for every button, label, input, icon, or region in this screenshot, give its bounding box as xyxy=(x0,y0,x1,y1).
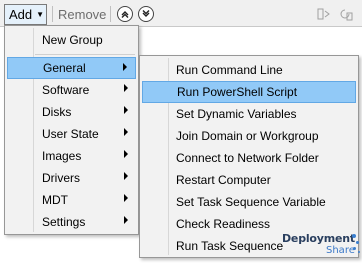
submenu-arrow-icon xyxy=(124,150,128,158)
submenu-arrow-icon xyxy=(124,216,128,224)
submenu-arrow-icon xyxy=(124,172,128,180)
submenu-item-label: Run PowerShell Script xyxy=(177,85,298,99)
submenu-item-label: Check Readiness xyxy=(176,217,271,231)
submenu-item-label: Run Task Sequence xyxy=(176,239,284,253)
logo-text-line2: Share xyxy=(326,245,355,256)
menu-item-new-group[interactable]: New Group xyxy=(7,29,136,51)
menu-item-general[interactable]: General xyxy=(7,57,136,79)
submenu-arrow-icon xyxy=(124,194,128,202)
submenu-item-restart-computer[interactable]: Restart Computer xyxy=(142,169,356,191)
menu-item-disks[interactable]: Disks xyxy=(7,101,136,123)
menu-item-software[interactable]: Software xyxy=(7,79,136,101)
menu-item-label: Settings xyxy=(42,215,86,229)
move-down-icon[interactable] xyxy=(138,6,154,22)
menu-item-label: User State xyxy=(42,127,99,141)
submenu-item-set-task-sequence-variable[interactable]: Set Task Sequence Variable xyxy=(142,191,356,213)
submenu-item-run-powershell-script[interactable]: Run PowerShell Script xyxy=(142,81,356,103)
dropdown-arrow-icon: ▼ xyxy=(36,10,45,19)
submenu-item-label: Set Dynamic Variables xyxy=(176,107,297,121)
menu-item-label: Drivers xyxy=(42,171,80,185)
submenu-item-set-dynamic-variables[interactable]: Set Dynamic Variables xyxy=(142,103,356,125)
toolbar-separator xyxy=(52,6,53,22)
menu-item-images[interactable]: Images xyxy=(7,145,136,167)
undo-icon[interactable] xyxy=(316,6,332,22)
submenu-item-join-domain[interactable]: Join Domain or Workgroup xyxy=(142,125,356,147)
menu-item-settings[interactable]: Settings xyxy=(7,211,136,233)
deployment-share-logo: Deployment Share xyxy=(282,232,360,262)
redo-icon[interactable] xyxy=(338,6,354,22)
submenu-arrow-icon xyxy=(124,106,128,114)
menu-item-mdt[interactable]: MDT xyxy=(7,189,136,211)
logo-dot-icon xyxy=(356,241,359,244)
submenu-item-run-command-line[interactable]: Run Command Line xyxy=(142,59,356,81)
menu-divider xyxy=(35,54,135,55)
submenu-item-label: Join Domain or Workgroup xyxy=(176,129,319,143)
add-button[interactable]: Add ▼ xyxy=(4,4,47,25)
move-up-icon[interactable] xyxy=(117,6,133,22)
toolbar: Add ▼ Remove xyxy=(0,0,362,26)
submenu-arrow-icon xyxy=(124,128,128,136)
add-dropdown-menu: New Group General Software Disks User St… xyxy=(4,25,139,235)
menu-item-label: New Group xyxy=(42,33,103,47)
submenu-arrow-icon xyxy=(124,84,128,92)
menu-item-label: Software xyxy=(42,83,90,97)
submenu-item-label: Set Task Sequence Variable xyxy=(176,195,326,209)
submenu-item-connect-network-folder[interactable]: Connect to Network Folder xyxy=(142,147,356,169)
toolbar-separator xyxy=(110,6,111,22)
general-submenu: Run Command Line Run PowerShell Script S… xyxy=(139,55,359,258)
logo-dot-icon xyxy=(353,247,356,250)
menu-item-label: General xyxy=(43,61,86,75)
menu-item-label: MDT xyxy=(42,193,68,207)
remove-button-label: Remove xyxy=(58,7,107,22)
add-button-label: Add xyxy=(9,7,33,22)
menu-item-label: Disks xyxy=(42,105,72,119)
submenu-item-label: Run Command Line xyxy=(176,63,283,77)
menu-item-drivers[interactable]: Drivers xyxy=(7,167,136,189)
menu-item-user-state[interactable]: User State xyxy=(7,123,136,145)
menu-item-label: Images xyxy=(42,149,82,163)
remove-button[interactable]: Remove xyxy=(58,4,106,25)
submenu-item-label: Connect to Network Folder xyxy=(176,151,319,165)
submenu-arrow-icon xyxy=(123,63,127,71)
logo-dot-icon xyxy=(352,234,356,238)
logo-text-line1: Deployment xyxy=(282,232,355,245)
submenu-item-label: Restart Computer xyxy=(176,173,271,187)
logo-dot-icon xyxy=(358,251,360,253)
